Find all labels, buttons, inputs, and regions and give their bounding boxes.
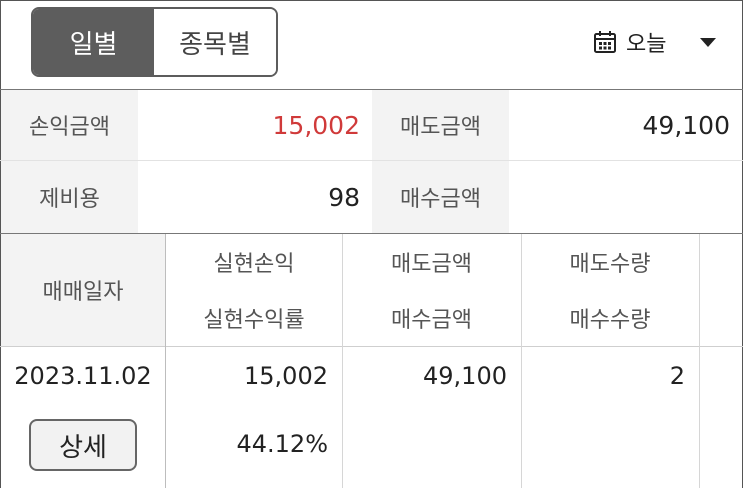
date-range-label: 오늘: [626, 32, 667, 57]
sell-amount-label: 매도금액: [372, 90, 509, 160]
period-segmented-control: 일별 종목별: [31, 7, 278, 77]
date-range-dropdown[interactable]: 오늘: [592, 24, 717, 60]
fees-label: 제비용: [1, 161, 138, 233]
header-realized-pnl: 실현손익: [213, 252, 295, 277]
realized-return-cell: 44.12%: [236, 430, 328, 458]
buy-amount-value: [509, 161, 742, 233]
header-trade-date: 매매일자: [1, 234, 165, 346]
detail-button[interactable]: 상세: [29, 419, 137, 471]
column-divider: [699, 234, 700, 488]
pnl-label: 손익금액: [1, 90, 138, 160]
chevron-down-icon: [700, 37, 717, 47]
header-realized-return: 실현수익률: [203, 308, 305, 333]
sell-amount-value: 49,100: [642, 110, 730, 140]
header-buy-amount: 매수금액: [391, 308, 472, 333]
trade-date-cell: 2023.11.02: [14, 362, 152, 390]
divider: [0, 346, 743, 347]
header-sell-qty: 매도수량: [569, 252, 651, 277]
sell-qty-cell: 2: [669, 362, 685, 390]
tab-by-stock[interactable]: 종목별: [154, 9, 276, 75]
header-buy-qty: 매수수량: [569, 308, 651, 333]
divider: [0, 160, 743, 161]
realized-pnl-cell: 15,002: [244, 362, 328, 390]
pnl-value: 15,002: [272, 110, 360, 140]
header-sell-amount: 매도금액: [391, 252, 472, 277]
calendar-icon: [594, 31, 616, 53]
sell-amount-cell: 49,100: [423, 362, 507, 390]
buy-amount-label: 매수금액: [372, 161, 509, 233]
fees-value: 98: [328, 182, 360, 212]
tab-daily[interactable]: 일별: [33, 9, 154, 75]
